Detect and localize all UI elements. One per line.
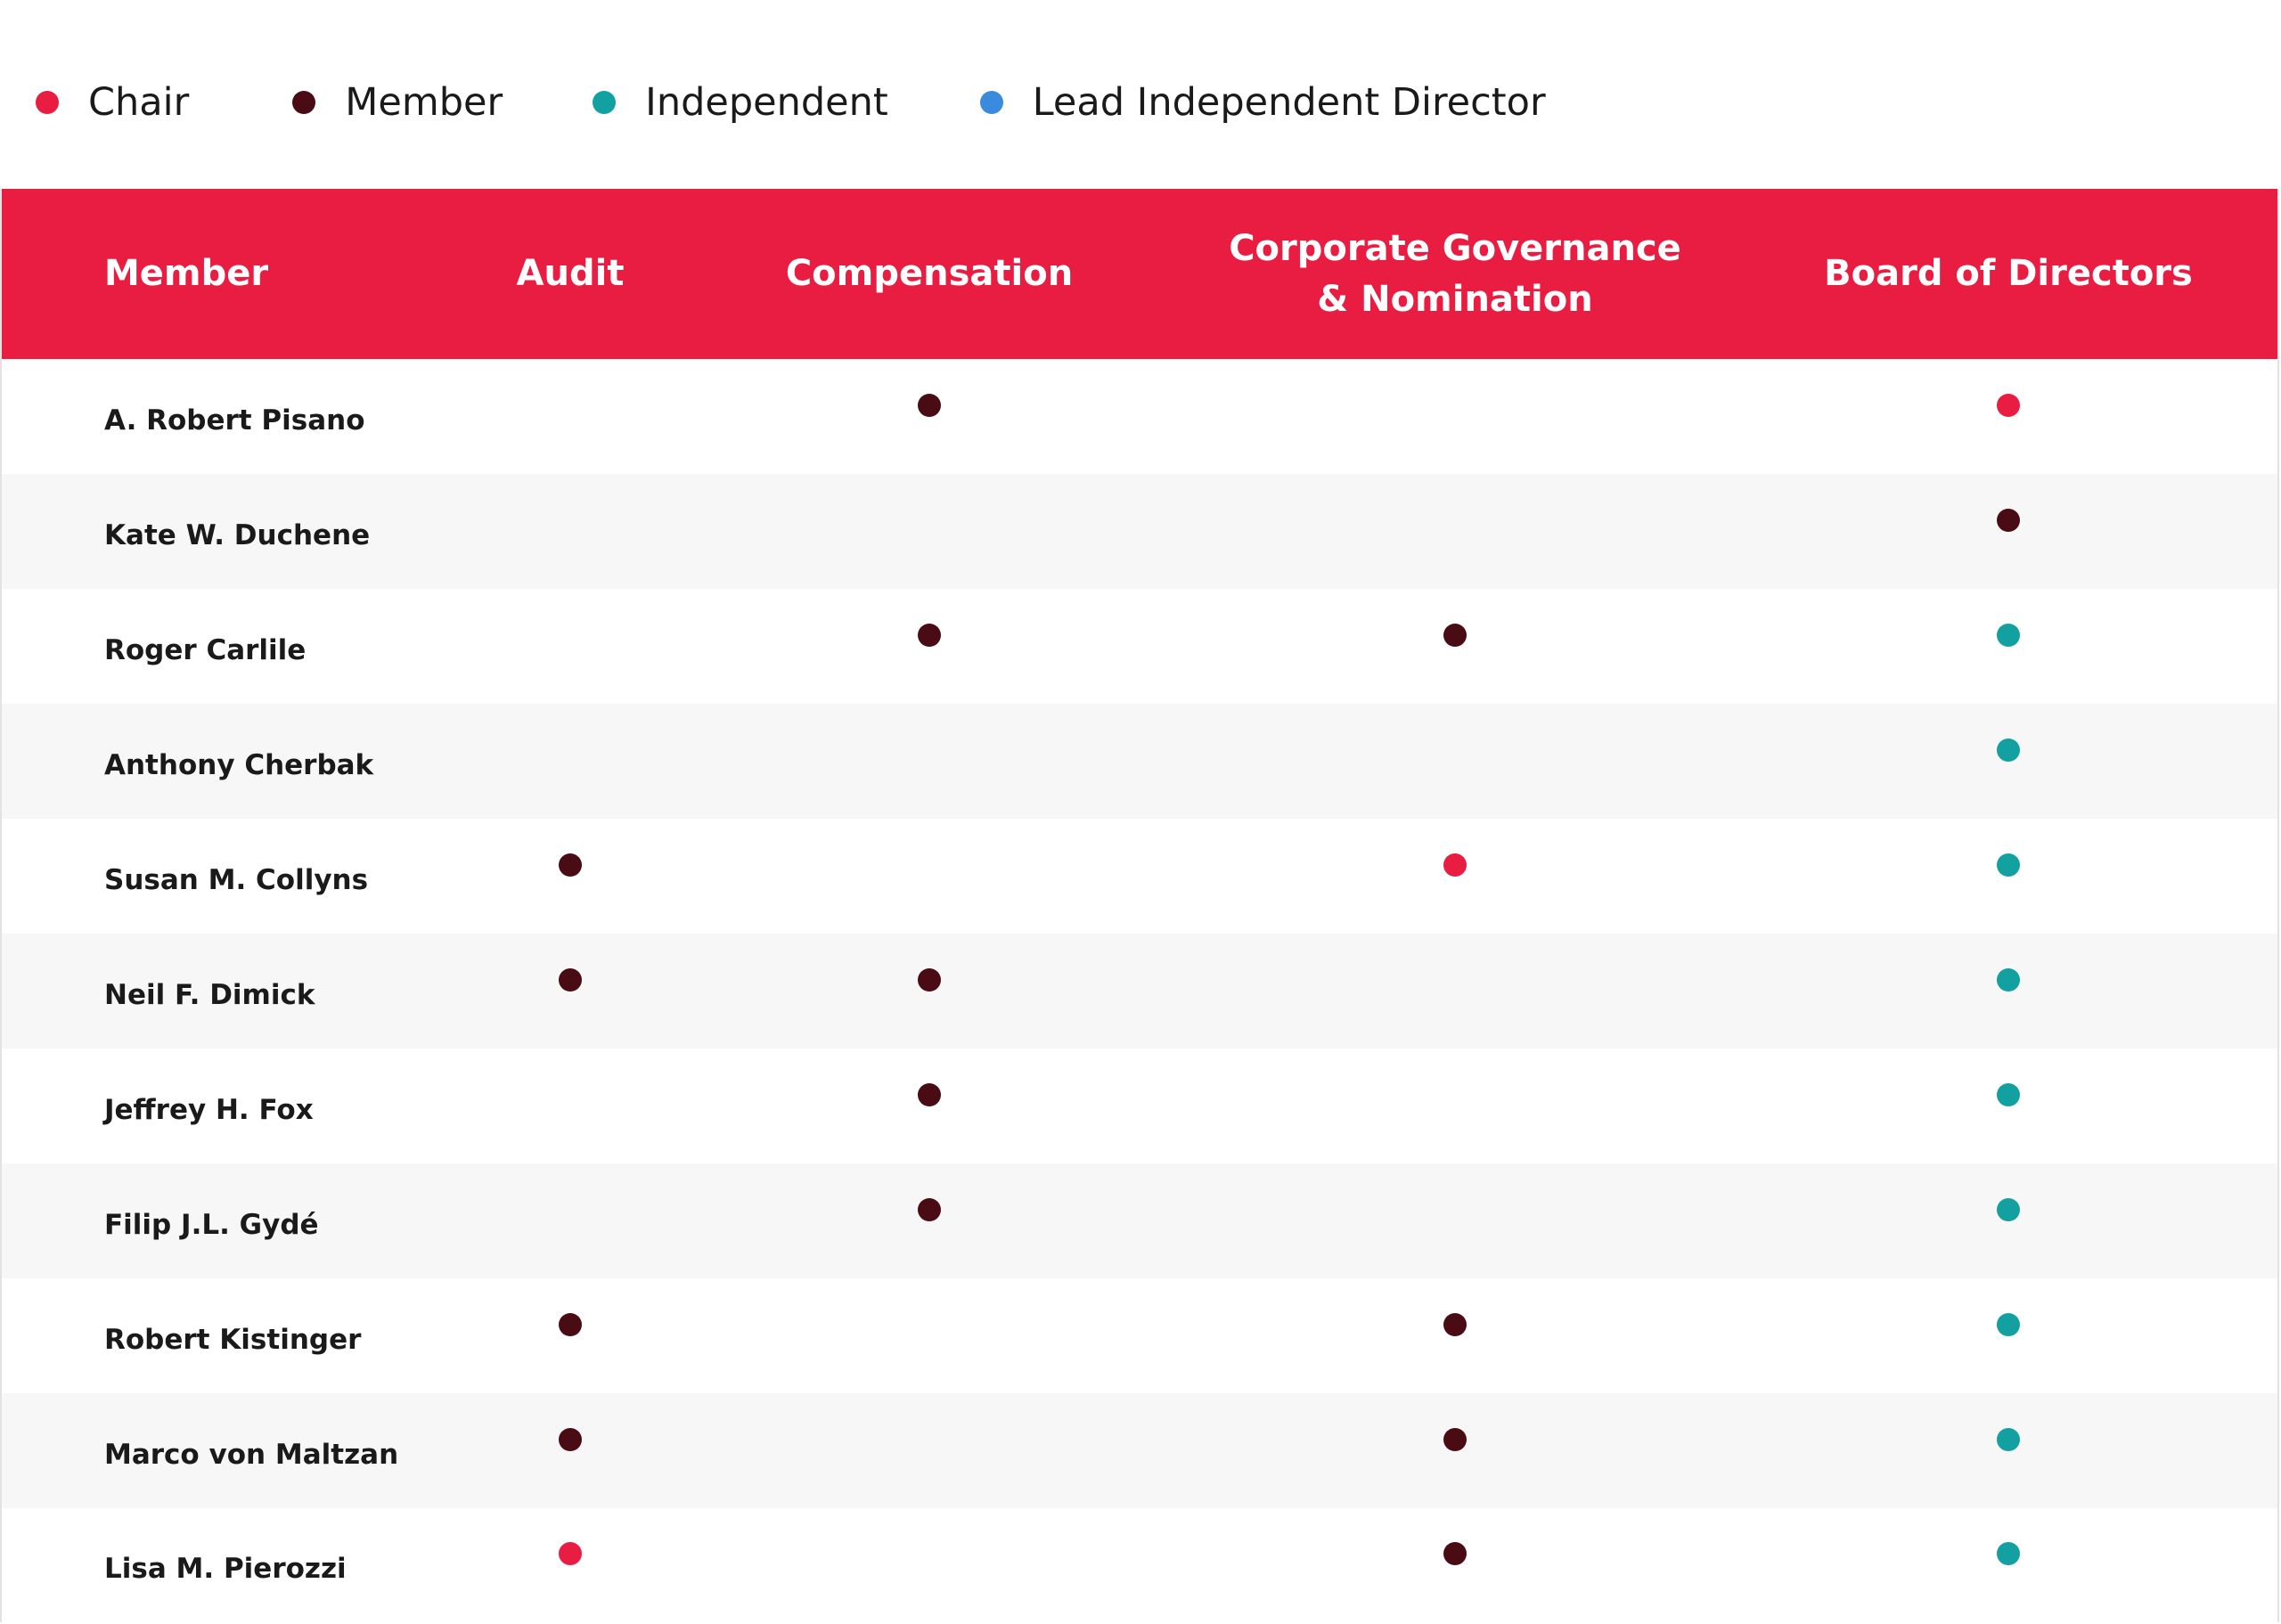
table-row: Jeffrey H. Fox xyxy=(2,1049,2277,1163)
header-board-of-directors: Board of Directors xyxy=(1824,253,2193,294)
member-name: Marco von Maltzan xyxy=(104,1438,399,1471)
member-name: Roger Carlile xyxy=(104,633,307,666)
table-row: Kate W. Duchene xyxy=(2,474,2277,589)
legend-item-lead-independent-director: Lead Independent Director xyxy=(979,80,1546,125)
header-audit: Audit xyxy=(516,253,625,294)
table-row: Lisa M. Pierozzi xyxy=(2,1508,2277,1622)
governance-member-dot-icon xyxy=(1443,623,1467,647)
legend-label-independent: Independent xyxy=(645,80,888,125)
member-name: Anthony Cherbak xyxy=(104,748,374,781)
lead-independent-director-dot-icon xyxy=(979,91,1003,114)
legend-item-chair: Chair xyxy=(36,80,189,125)
governance-member-dot-icon xyxy=(1443,1312,1467,1336)
audit-member-dot-icon xyxy=(559,1312,582,1336)
legend-item-member: Member xyxy=(292,80,503,125)
compensation-member-dot-icon xyxy=(918,623,941,647)
independent-dot-icon xyxy=(593,91,617,114)
member-name: Neil F. Dimick xyxy=(104,978,315,1011)
board-independent-dot-icon xyxy=(1997,1197,2020,1221)
legend-label-chair: Chair xyxy=(88,80,190,125)
audit-member-dot-icon xyxy=(559,1427,582,1451)
header-compensation: Compensation xyxy=(785,253,1074,294)
table-row: Marco von Maltzan xyxy=(2,1393,2277,1508)
board-independent-dot-icon xyxy=(1997,1082,2020,1106)
legend-label-lead-independent-director: Lead Independent Director xyxy=(1032,80,1546,125)
legend-label-member: Member xyxy=(345,80,503,125)
header-governance-line2: & Nomination xyxy=(1317,278,1593,320)
audit-member-dot-icon xyxy=(559,967,582,992)
board-independent-dot-icon xyxy=(1997,1312,2020,1336)
table-row: Roger Carlile xyxy=(2,589,2277,704)
board-independent-dot-icon xyxy=(1997,623,2020,647)
member-name: Jeffrey H. Fox xyxy=(104,1093,314,1126)
board-independent-dot-icon xyxy=(1997,967,2020,992)
header-corporate-governance: Corporate Governance & Nomination xyxy=(1229,189,1681,359)
board-independent-dot-icon xyxy=(1997,738,2020,762)
header-governance-line1: Corporate Governance xyxy=(1229,227,1681,269)
member-name: Lisa M. Pierozzi xyxy=(104,1553,347,1585)
audit-chair-dot-icon xyxy=(559,1542,582,1565)
audit-member-dot-icon xyxy=(559,853,582,877)
header-member: Member xyxy=(104,253,269,294)
member-dot-icon xyxy=(292,91,316,114)
governance-member-dot-icon xyxy=(1443,1427,1467,1451)
member-name: Filip J.L. Gydé xyxy=(104,1208,319,1241)
compensation-member-dot-icon xyxy=(918,967,941,992)
table-header: Member Audit Compensation Corporate Gove… xyxy=(2,189,2277,359)
member-name: Susan M. Collyns xyxy=(104,863,369,896)
table-row: Neil F. Dimick xyxy=(2,934,2277,1049)
table-body: A. Robert Pisano Kate W. Duchene Roger Car… xyxy=(2,359,2277,1622)
board-independent-dot-icon xyxy=(1997,1427,2020,1451)
page: Chair Member Independent Lead Independen… xyxy=(0,0,2281,1624)
board-independent-dot-icon xyxy=(1997,1542,2020,1565)
governance-chair-dot-icon xyxy=(1443,853,1467,877)
member-name: Kate W. Duchene xyxy=(104,518,371,551)
member-name: Robert Kistinger xyxy=(104,1323,362,1356)
table-row: A. Robert Pisano xyxy=(2,359,2277,474)
board-independent-dot-icon xyxy=(1997,853,2020,877)
committee-table: Member Audit Compensation Corporate Gove… xyxy=(0,189,2279,1622)
table-row: Robert Kistinger xyxy=(2,1278,2277,1393)
table-row: Filip J.L. Gydé xyxy=(2,1163,2277,1278)
table-row: Anthony Cherbak xyxy=(2,704,2277,819)
member-name: A. Robert Pisano xyxy=(104,404,365,437)
table-row: Susan M. Collyns xyxy=(2,819,2277,934)
board-chair-dot-icon xyxy=(1997,393,2020,417)
board-member-dot-icon xyxy=(1997,508,2020,532)
chair-dot-icon xyxy=(36,91,59,114)
legend-item-independent: Independent xyxy=(593,80,888,125)
compensation-member-dot-icon xyxy=(918,1197,941,1221)
compensation-member-dot-icon xyxy=(918,1082,941,1106)
legend: Chair Member Independent Lead Independen… xyxy=(36,69,1546,135)
governance-member-dot-icon xyxy=(1443,1542,1467,1565)
compensation-member-dot-icon xyxy=(918,393,941,417)
